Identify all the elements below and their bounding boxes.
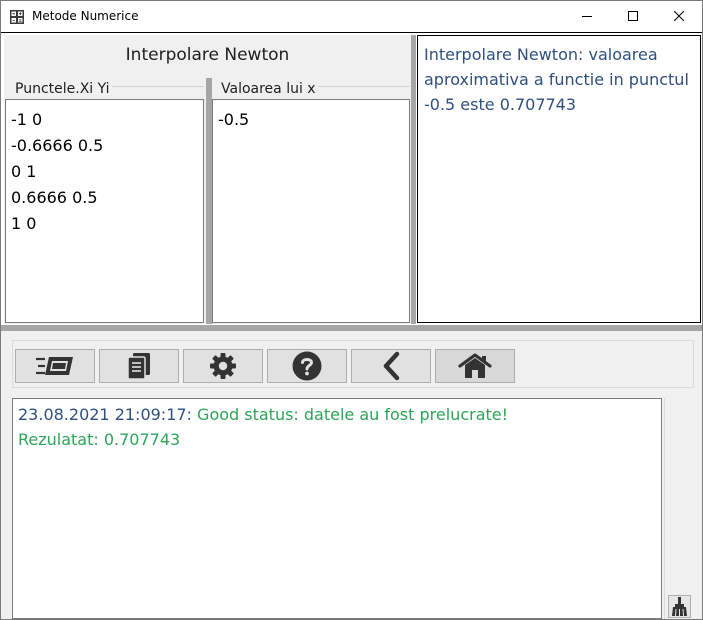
horizontal-splitter[interactable] (1, 325, 702, 331)
log-status-message: Good status: datele au fost prelucrate! (191, 405, 509, 424)
interpolation-area: Interpolare Newton Punctele.Xi Yi -1 0 -… (1, 32, 702, 326)
input-form-icon (36, 357, 73, 375)
input-form-button[interactable] (15, 349, 95, 383)
app-window: Metode Numerice Interpolare Newton Punct… (0, 0, 703, 620)
home-button[interactable] (435, 349, 515, 383)
minimize-button[interactable] (564, 1, 610, 32)
home-icon (458, 353, 492, 378)
x-value-label: Valoarea lui x (221, 81, 316, 97)
x-value-input[interactable]: -0.5 (212, 99, 410, 323)
points-input[interactable]: -1 0 -0.6666 0.5 0 1 0.6666 0.5 1 0 (5, 99, 204, 323)
log-result: Rezulatat: 0.707743 (18, 430, 181, 449)
settings-button[interactable] (183, 349, 263, 383)
divider (112, 86, 204, 87)
result-text: Interpolare Newton: valoarea aproximativ… (424, 45, 689, 114)
divider (318, 86, 410, 87)
maximize-icon (628, 11, 638, 21)
log-scroll-area (664, 398, 694, 619)
help-button[interactable] (267, 349, 347, 383)
log-output[interactable]: 23.08.2021 21:09:17: Good status: datele… (12, 398, 662, 619)
title-bar: Metode Numerice (1, 1, 702, 32)
log-timestamp: 23.08.2021 21:09:17: (18, 405, 192, 424)
document-icon (127, 353, 150, 380)
close-icon (674, 11, 684, 21)
clear-log-button[interactable] (668, 595, 691, 618)
input-panel: Interpolare Newton Punctele.Xi Yi -1 0 -… (4, 35, 411, 324)
window-title: Metode Numerice (32, 9, 139, 23)
minimize-icon (582, 16, 592, 17)
help-icon (292, 351, 322, 381)
app-grid-icon (10, 9, 24, 24)
toolbar (12, 340, 694, 388)
back-chevron-icon (383, 351, 400, 381)
broom-icon (672, 597, 687, 617)
maximize-button[interactable] (610, 1, 656, 32)
method-heading: Interpolare Newton (125, 45, 290, 65)
document-button[interactable] (99, 349, 179, 383)
back-button[interactable] (351, 349, 431, 383)
panel-splitter[interactable] (411, 35, 416, 324)
result-panel: Interpolare Newton: valoarea aproximativ… (417, 35, 701, 323)
close-button[interactable] (656, 1, 702, 32)
gear-icon (210, 353, 236, 379)
points-label: Punctele.Xi Yi (15, 81, 110, 97)
log-entry: 23.08.2021 21:09:17: Good status: datele… (18, 402, 661, 427)
